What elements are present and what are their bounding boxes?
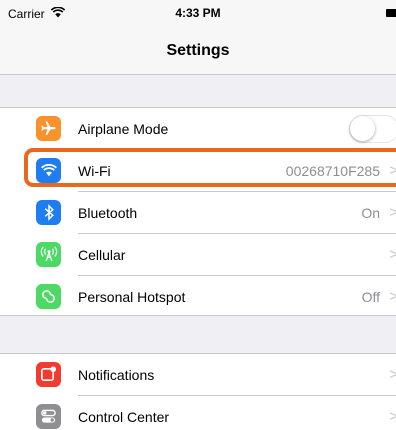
clock: 4:33 PM — [175, 6, 221, 20]
bluetooth-icon — [36, 200, 61, 225]
battery-icon — [386, 9, 396, 17]
hotspot-status: Off — [361, 289, 380, 305]
wifi-icon — [36, 158, 61, 183]
row-control-center[interactable]: Control Center > — [0, 396, 396, 430]
airplane-mode-toggle[interactable] — [349, 115, 396, 143]
bluetooth-status: On — [361, 205, 380, 221]
row-airplane-mode[interactable]: Airplane Mode — [0, 108, 396, 150]
hotspot-link-icon — [36, 284, 61, 309]
row-label: Bluetooth — [78, 205, 138, 221]
chevron-right-icon: > — [389, 366, 396, 383]
control-center-icon — [36, 404, 61, 429]
row-label: Personal Hotspot — [78, 289, 186, 305]
chevron-right-icon: > — [389, 162, 396, 179]
status-bar: Carrier 4:33 PM — [0, 0, 396, 26]
chevron-right-icon: > — [389, 204, 396, 221]
chevron-right-icon: > — [389, 408, 396, 425]
row-label: Wi-Fi — [78, 163, 111, 179]
row-personal-hotspot[interactable]: Personal Hotspot Off > — [0, 276, 396, 318]
wifi-network-name: 00268710F285 — [285, 163, 380, 179]
chevron-right-icon: > — [389, 288, 396, 305]
row-notifications[interactable]: Notifications > — [0, 354, 396, 396]
chevron-right-icon: > — [389, 246, 396, 263]
navigation-bar: Settings — [0, 26, 396, 75]
toggle-knob — [350, 116, 375, 141]
notifications-icon — [36, 362, 61, 387]
row-label: Notifications — [78, 367, 155, 383]
row-label: Control Center — [78, 409, 170, 425]
row-label: Airplane Mode — [78, 121, 169, 137]
settings-screen: Carrier 4:33 PM Settings Airplane Mode W… — [0, 0, 396, 430]
row-bluetooth[interactable]: Bluetooth On > — [0, 192, 396, 234]
settings-group-connectivity: Airplane Mode Wi-Fi 00268710F285 > Bluet… — [0, 107, 396, 316]
row-cellular[interactable]: Cellular > — [0, 234, 396, 276]
settings-group-system: Notifications > Control Center > — [0, 353, 396, 430]
airplane-icon — [36, 116, 61, 141]
cellular-antenna-icon — [36, 242, 61, 267]
row-wifi[interactable]: Wi-Fi 00268710F285 > — [0, 150, 396, 192]
row-label: Cellular — [78, 247, 126, 263]
page-title: Settings — [166, 42, 230, 59]
